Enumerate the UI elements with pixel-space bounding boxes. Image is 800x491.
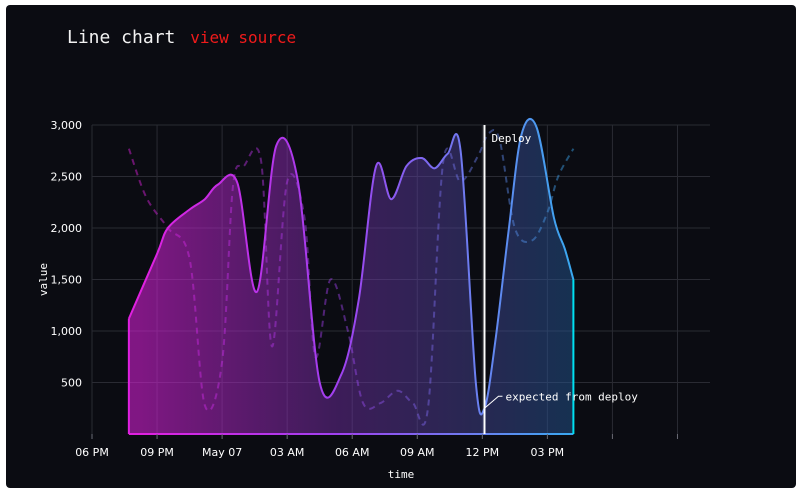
y-tick-label: 1,000 <box>51 325 83 338</box>
y-tick-label: 1,500 <box>51 274 83 287</box>
y-tick-label: 2,500 <box>51 171 83 184</box>
x-tick-label: 09 PM <box>140 446 174 459</box>
x-tick-label: 06 PM <box>75 446 109 459</box>
y-axis: 500 1,000 1,500 2,000 2,500 3,000 <box>51 119 83 390</box>
y-tick-label: 3,000 <box>51 119 83 132</box>
x-axis-title: time <box>388 468 415 481</box>
series-area-fill <box>128 118 574 434</box>
x-tick-label: 06 AM <box>335 446 370 459</box>
y-axis-title: value <box>37 263 50 296</box>
x-tick-label: 03 PM <box>531 446 565 459</box>
deploy-label: Deploy <box>491 132 531 145</box>
line-chart: 500 1,000 1,500 2,000 2,500 3,000 06 PM 09 PM M… <box>37 117 710 481</box>
x-tick-label: 12 PM <box>466 446 500 459</box>
expected-from-deploy-label: expected from deploy <box>505 390 638 403</box>
x-tick-label: May 07 <box>202 446 242 459</box>
x-axis: 06 PM 09 PM May 07 03 AM 06 AM 09 AM 12 PM 03 P… <box>75 434 678 459</box>
y-tick-label: 500 <box>61 377 82 390</box>
x-tick-label: 09 AM <box>400 446 435 459</box>
plot-area <box>127 117 575 435</box>
y-tick-label: 2,000 <box>51 222 83 235</box>
x-tick-label: 03 AM <box>270 446 305 459</box>
